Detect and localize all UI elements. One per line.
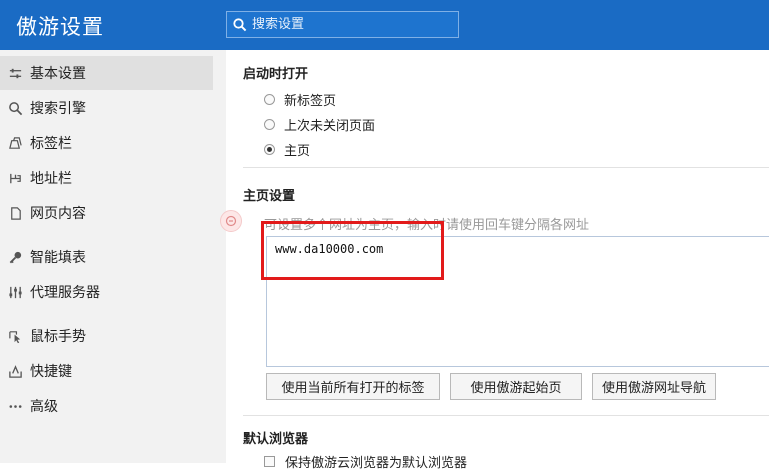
- radio-button[interactable]: [264, 94, 275, 105]
- use-open-tabs-button[interactable]: 使用当前所有打开的标签: [266, 373, 440, 400]
- cursor-icon: [7, 328, 23, 344]
- startup-option-last-session[interactable]: 上次未关闭页面: [264, 115, 375, 134]
- sidebar-item-label: 地址栏: [30, 171, 72, 187]
- key-icon: [7, 249, 23, 265]
- shortcut-icon: [7, 363, 23, 379]
- app-title: 傲游设置: [16, 15, 104, 39]
- homepage-section-title: 主页设置: [243, 189, 296, 204]
- use-url-navigation-button[interactable]: 使用傲游网址导航: [592, 373, 716, 400]
- section-divider: [243, 167, 769, 168]
- address-bar-icon: [7, 170, 23, 186]
- default-browser-option[interactable]: 保持傲游云浏览器为默认浏览器: [264, 452, 467, 471]
- use-start-page-button[interactable]: 使用傲游起始页: [450, 373, 582, 400]
- settings-search-box[interactable]: [226, 11, 459, 38]
- more-icon: [7, 398, 23, 414]
- sidebar-item-search-engine[interactable]: 搜索引擎: [0, 91, 213, 125]
- sidebar-item-label: 鼠标手势: [30, 329, 86, 345]
- sidebar-item-shortcuts[interactable]: 快捷键: [0, 354, 213, 388]
- radio-label: 主页: [284, 144, 311, 159]
- sidebar-item-mouse-gestures[interactable]: 鼠标手势: [0, 319, 213, 353]
- radio-label: 上次未关闭页面: [284, 119, 376, 134]
- sidebar-item-label: 网页内容: [30, 206, 86, 222]
- settings-search-input[interactable]: [252, 17, 452, 32]
- sidebar-item-label: 搜索引擎: [30, 101, 86, 117]
- tabs-icon: [7, 135, 23, 151]
- sidebar-item-page-content[interactable]: 网页内容: [0, 196, 213, 230]
- proxy-icon: [7, 284, 23, 300]
- search-icon: [233, 17, 247, 31]
- sidebar-item-basic[interactable]: 基本设置: [0, 56, 213, 90]
- radio-button-selected[interactable]: [264, 144, 275, 155]
- info-icon: [220, 210, 242, 232]
- section-divider: [243, 415, 769, 416]
- header-bar: 傲游设置: [0, 0, 769, 50]
- sidebar-item-label: 快捷键: [30, 364, 72, 380]
- radio-label: 新标签页: [284, 94, 337, 109]
- checkbox-label: 保持傲游云浏览器为默认浏览器: [285, 456, 468, 471]
- sidebar-item-proxy[interactable]: 代理服务器: [0, 275, 213, 309]
- sidebar-item-tab-bar[interactable]: 标签栏: [0, 126, 213, 160]
- startup-section-title: 启动时打开: [243, 67, 309, 82]
- sidebar-item-address-bar[interactable]: 地址栏: [0, 161, 213, 195]
- sliders-icon: [7, 65, 23, 81]
- sidebar: 基本设置 搜索引擎 标签栏 地址栏 网页内容 智能填表 代理服务器 鼠标手势 快…: [0, 50, 226, 463]
- radio-button[interactable]: [264, 119, 275, 130]
- sidebar-item-label: 高级: [30, 399, 58, 415]
- settings-content: 启动时打开 新标签页 上次未关闭页面 主页 主页设置 可设置多个网址为主页，输入…: [220, 50, 769, 471]
- default-browser-section-title: 默认浏览器: [243, 432, 309, 447]
- sidebar-item-label: 代理服务器: [30, 285, 100, 301]
- red-highlight-annotation: [261, 221, 444, 280]
- startup-option-homepage[interactable]: 主页: [264, 140, 310, 159]
- sidebar-item-label: 智能填表: [30, 250, 86, 266]
- sidebar-item-advanced[interactable]: 高级: [0, 389, 213, 423]
- checkbox[interactable]: [264, 456, 275, 467]
- search-icon: [7, 100, 23, 116]
- startup-option-new-tab[interactable]: 新标签页: [264, 90, 336, 109]
- sidebar-item-label: 标签栏: [30, 136, 72, 152]
- sidebar-item-label: 基本设置: [30, 66, 86, 82]
- page-icon: [7, 205, 23, 221]
- sidebar-item-autofill[interactable]: 智能填表: [0, 240, 213, 274]
